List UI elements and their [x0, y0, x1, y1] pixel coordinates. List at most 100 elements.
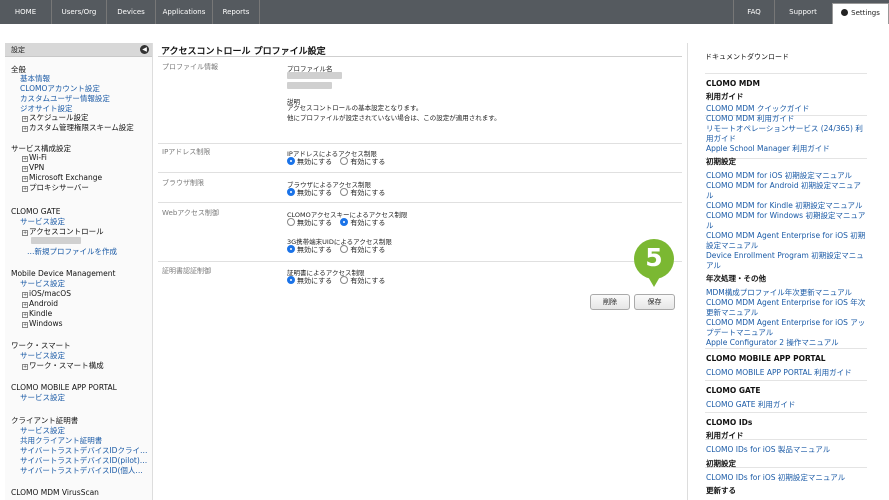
expand-icon[interactable]: + — [22, 186, 28, 192]
expand-icon[interactable]: + — [22, 156, 28, 162]
sidebar-item[interactable]: 共用クライアント証明書 — [20, 436, 102, 446]
sidebar-item[interactable]: + カスタム管理権限スキーム設定 — [22, 123, 134, 133]
sidebar-item[interactable]: サイバートラストデバイスIDクライ… — [20, 446, 147, 456]
nav-users-org[interactable]: Users/Org — [52, 0, 107, 24]
cert-enable-radio[interactable]: 有効にする — [340, 276, 385, 286]
sidebar-item[interactable]: + Wi-Fi — [22, 153, 47, 163]
nav-faq[interactable]: FAQ — [733, 0, 774, 24]
nav-reports[interactable]: Reports — [213, 0, 260, 24]
expand-icon[interactable]: + — [22, 166, 28, 172]
nav-home[interactable]: HOME — [0, 0, 52, 24]
ip-enable-radio[interactable]: 有効にする — [340, 157, 385, 167]
sidebar-item-label: Windows — [29, 319, 63, 328]
docs-link[interactable]: Apple School Manager 利用ガイド — [706, 144, 830, 154]
docs-link[interactable]: CLOMO MDM Agent Enterprise for iOS 年次 — [706, 298, 865, 308]
nav-support[interactable]: Support — [774, 0, 831, 24]
expand-icon[interactable]: + — [22, 302, 28, 308]
docs-link[interactable]: Device Enrollment Program 初期設定マニュ — [706, 251, 864, 261]
sidebar-item[interactable]: + Kindle — [22, 309, 52, 319]
nav-settings[interactable]: Settings — [832, 3, 889, 24]
nav-devices[interactable]: Devices — [107, 0, 156, 24]
collapse-icon[interactable]: ◀ — [140, 45, 149, 54]
sidebar-item[interactable]: + Windows — [22, 319, 62, 329]
expand-icon[interactable]: + — [22, 312, 28, 318]
docs-link[interactable]: CLOMO MDM クイックガイド — [706, 104, 809, 114]
sidebar-item-label: VPN — [29, 163, 45, 172]
browser-disable-radio[interactable]: 無効にする — [287, 188, 332, 198]
docs-link[interactable]: CLOMO MDM for Kindle 初期設定マニュアル — [706, 201, 862, 211]
docs-link[interactable]: アル — [706, 261, 721, 271]
docs-link[interactable]: MDM構成プロファイル年次更新マニュアル — [706, 288, 852, 298]
divider — [158, 202, 682, 203]
sidebar-item[interactable]: サービス設定 — [20, 351, 65, 361]
sidebar-item[interactable]: + プロキシサーバー — [22, 183, 89, 193]
sidebar-item[interactable]: + ワーク・スマート構成 — [22, 361, 104, 371]
sidebar-item[interactable]: サイバートラストデバイスID(個人… — [20, 466, 143, 476]
ip-disable-radio[interactable]: 無効にする — [287, 157, 332, 167]
docs-link[interactable]: CLOMO MDM for iOS 初期設定マニュアル — [706, 171, 852, 181]
docs-link[interactable]: 設定マニュアル — [706, 241, 758, 251]
delete-button[interactable]: 削除 — [590, 294, 630, 310]
docs-link[interactable]: CLOMO MDM Agent Enterprise for iOS 初期 — [706, 231, 865, 241]
expand-icon[interactable]: + — [22, 126, 28, 132]
sidebar-item-label: Mobile Device Management — [11, 269, 116, 278]
sidebar-item[interactable]: + VPN — [22, 163, 44, 173]
browser-enable-radio[interactable]: 有効にする — [340, 188, 385, 198]
sidebar-item[interactable]: + iOS/macOS — [22, 289, 71, 299]
divider — [705, 348, 867, 349]
docs-link[interactable]: プデートマニュアル — [706, 328, 773, 338]
sidebar-item-label: サービス設定 — [20, 217, 65, 226]
save-button[interactable]: 保存 — [634, 294, 675, 310]
sidebar-item[interactable]: サービス設定 — [20, 217, 65, 227]
docs-link[interactable]: 用ガイド — [706, 134, 736, 144]
web-uid-disable-radio[interactable]: 無効にする — [287, 245, 332, 255]
docs-link[interactable]: Apple Configurator 2 操作マニュアル — [706, 338, 839, 348]
sidebar-item[interactable]: + Android — [22, 299, 58, 309]
sidebar-item[interactable]: + スケジュール設定 — [22, 113, 88, 123]
docs-link[interactable]: 更新マニュアル — [706, 308, 758, 318]
sidebar-item[interactable]: カスタムユーザー情報設定 — [20, 94, 110, 104]
docs-heading: CLOMO MDM — [706, 79, 760, 88]
sidebar-item[interactable]: …新規プロファイルを作成 — [27, 247, 117, 257]
sidebar-item-label: CLOMOアカウント設定 — [20, 84, 100, 93]
sidebar-profile-entry[interactable] — [31, 237, 81, 247]
sidebar-item[interactable]: + Microsoft Exchange — [22, 173, 102, 183]
expand-icon[interactable]: + — [22, 116, 28, 122]
docs-link[interactable]: CLOMO MDM 利用ガイド — [706, 114, 794, 124]
sidebar-item-label: アクセスコントロール — [29, 227, 104, 236]
web-accesskey-enable-radio[interactable]: 有効にする — [340, 218, 385, 228]
expand-icon[interactable]: + — [22, 292, 28, 298]
sidebar-item-label: iOS/macOS — [29, 289, 71, 298]
sidebar-item[interactable]: サービス設定 — [20, 279, 65, 289]
sidebar-item[interactable]: 基本情報 — [20, 74, 50, 84]
description-line-2: 他にプロファイルが設定されていない場合は、この設定が適用されます。 — [287, 114, 501, 122]
sidebar-item[interactable]: サイバートラストデバイスID(pilot)… — [20, 456, 147, 466]
sidebar-item-label: クライアント証明書 — [11, 416, 79, 425]
profile-name-value — [287, 72, 342, 81]
docs-link[interactable]: ル — [706, 191, 714, 201]
sidebar-item: CLOMO MDM VirusScan — [11, 488, 99, 498]
docs-link[interactable]: CLOMO IDs for iOS 製品マニュアル — [706, 445, 830, 455]
web-uid-enable-radio[interactable]: 有効にする — [340, 245, 385, 255]
expand-icon[interactable]: + — [22, 322, 28, 328]
nav-applications[interactable]: Applications — [156, 0, 213, 24]
sidebar-item-label: ワーク・スマート構成 — [29, 361, 104, 370]
docs-link[interactable]: リモートオペレーションサービス (24/365) 利 — [706, 124, 863, 134]
docs-link[interactable]: CLOMO MOBILE APP PORTAL 利用ガイド — [706, 368, 852, 378]
sidebar-item[interactable]: サービス設定 — [20, 426, 65, 436]
expand-icon[interactable]: + — [22, 364, 28, 370]
sidebar-item[interactable]: サービス設定 — [20, 393, 65, 403]
docs-link[interactable]: CLOMO IDs for iOS 初期設定マニュアル — [706, 473, 845, 483]
gear-icon — [841, 9, 849, 16]
expand-icon[interactable]: + — [22, 230, 28, 236]
docs-link[interactable]: ル — [706, 221, 714, 231]
expand-icon[interactable]: + — [22, 176, 28, 182]
sidebar-item[interactable]: CLOMOアカウント設定 — [20, 84, 100, 94]
docs-link[interactable]: CLOMO MDM for Windows 初期設定マニュア — [706, 211, 865, 221]
sidebar-item[interactable]: + アクセスコントロール — [22, 227, 104, 237]
web-accesskey-disable-radio[interactable]: 無効にする — [287, 218, 332, 228]
docs-link[interactable]: CLOMO MDM Agent Enterprise for iOS アッ — [706, 318, 865, 328]
cert-disable-radio[interactable]: 無効にする — [287, 276, 332, 286]
docs-link[interactable]: CLOMO MDM for Android 初期設定マニュア — [706, 181, 861, 191]
docs-link[interactable]: CLOMO GATE 利用ガイド — [706, 400, 795, 410]
